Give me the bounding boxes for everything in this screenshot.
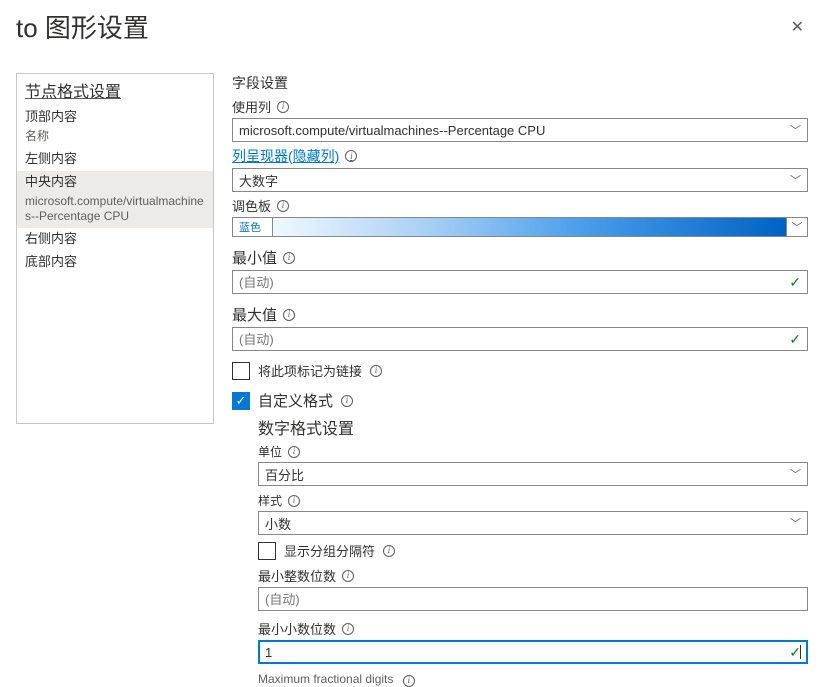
label-min-int-digits: 最小整数位数 i [258, 566, 808, 585]
info-icon[interactable]: i [342, 623, 354, 635]
chevron-down-icon: ﹀ [790, 515, 801, 531]
label-style: 样式 i [258, 492, 808, 509]
info-icon[interactable]: i [370, 365, 382, 377]
label-use-column: 使用列 i [232, 97, 808, 116]
info-icon[interactable]: i [283, 309, 295, 321]
sidebar-item-left-content[interactable]: 左侧内容 [17, 148, 213, 171]
sidebar-header: 节点格式设置 [17, 74, 213, 106]
checkmark-icon: ✓ [789, 331, 801, 348]
section-field-settings: 字段设置 [232, 73, 808, 93]
palette-gradient-preview [272, 217, 786, 237]
sidebar-item-center-sub: microsoft.compute/virtualmachines--Perce… [17, 194, 213, 228]
chevron-down-icon[interactable]: ﹀ [786, 217, 808, 237]
select-style[interactable]: 小数 ﹀ [258, 511, 808, 535]
input-min-int-digits[interactable] [258, 587, 808, 611]
sidebar-item-right-content[interactable]: 右侧内容 [17, 228, 213, 251]
label-palette: 调色板 i [232, 196, 808, 215]
sidebar-item-bottom-content[interactable]: 底部内容 [17, 251, 213, 274]
label-max-frac-digits-cut: Maximum fractional digits i [258, 672, 808, 687]
info-icon[interactable]: i [342, 570, 354, 582]
label-custom-format: 自定义格式 [258, 390, 333, 411]
label-min-frac-digits: 最小小数位数 i [258, 619, 808, 638]
select-use-column[interactable]: microsoft.compute/virtualmachines--Perce… [232, 118, 808, 142]
sidebar-item-top-content[interactable]: 顶部内容 [17, 106, 213, 129]
info-icon[interactable]: i [288, 495, 300, 507]
close-icon[interactable]: ✕ [785, 13, 810, 41]
input-min[interactable]: ✓ [232, 270, 808, 294]
info-icon[interactable]: i [283, 252, 295, 264]
main-settings-panel: 字段设置 使用列 i microsoft.compute/virtualmach… [232, 73, 812, 687]
chevron-down-icon: ﹀ [790, 172, 801, 188]
label-show-separator: 显示分组分隔符 [284, 541, 375, 560]
info-icon[interactable]: i [345, 150, 357, 162]
chevron-down-icon: ﹀ [790, 122, 801, 138]
select-palette[interactable]: 蓝色 ﹀ [232, 217, 808, 237]
select-column-renderer[interactable]: 大数字 ﹀ [232, 168, 808, 192]
info-icon[interactable]: i [288, 446, 300, 458]
checkbox-mark-as-link[interactable] [232, 362, 250, 380]
info-icon[interactable]: i [277, 200, 289, 212]
label-mark-as-link: 将此项标记为链接 [258, 361, 362, 380]
label-min: 最小值 i [232, 247, 808, 268]
checkmark-icon: ✓ [789, 274, 801, 291]
info-icon[interactable]: i [277, 101, 289, 113]
section-number-format: 数字格式设置 [258, 415, 808, 439]
checkmark-icon: ✓ [789, 644, 801, 661]
select-unit[interactable]: 百分比 ﹀ [258, 462, 808, 486]
info-icon[interactable]: i [403, 675, 415, 687]
sidebar-item-top-sub: 名称 [17, 129, 213, 148]
chevron-down-icon: ﹀ [790, 466, 801, 482]
checkbox-show-separator[interactable] [258, 542, 276, 560]
label-max: 最大值 i [232, 304, 808, 325]
link-column-renderer[interactable]: 列呈现器(隐藏列) i [232, 146, 357, 166]
label-unit: 单位 i [258, 443, 808, 460]
input-max[interactable]: ✓ [232, 327, 808, 351]
sidebar-node-format: 节点格式设置 顶部内容 名称 左侧内容 中央内容 microsoft.compu… [16, 73, 214, 424]
dialog-title: to 图形设置 [16, 8, 149, 45]
info-icon[interactable]: i [383, 545, 395, 557]
input-min-frac-digits[interactable]: 1 ✓ [258, 640, 808, 664]
info-icon[interactable]: i [341, 395, 353, 407]
checkbox-custom-format[interactable]: ✓ [232, 392, 250, 410]
sidebar-item-center-content[interactable]: 中央内容 [17, 171, 213, 194]
